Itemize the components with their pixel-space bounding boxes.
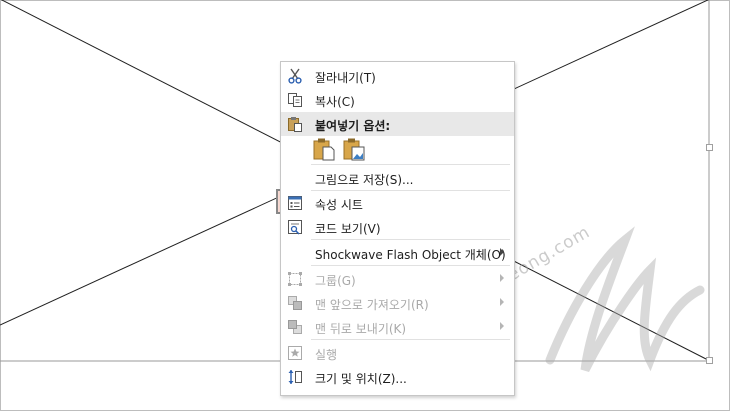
menu-item-label: 속성 시트 <box>315 198 363 212</box>
menu-item-label: 그림으로 저장(S)... <box>315 173 414 187</box>
menu-item-label: 맨 뒤로 보내기(K) <box>315 322 407 336</box>
menu-separator <box>311 339 510 340</box>
menu-item-label: 실행 <box>315 348 338 362</box>
properties-icon <box>288 196 302 210</box>
menu-item-group: 그룹(G) <box>281 267 514 291</box>
scissors-icon <box>288 68 302 84</box>
context-menu: 잘라내기(T) 복사(C) 붙여넣기 옵션: 그림으로 저장(S)... 속성 … <box>280 61 515 396</box>
menu-separator <box>311 239 510 240</box>
action-icon <box>288 346 302 360</box>
submenu-arrow-icon <box>500 274 504 282</box>
send-to-back-icon <box>288 320 302 334</box>
menu-item-label: 코드 보기(V) <box>315 222 381 236</box>
menu-item-property-sheet[interactable]: 속성 시트 <box>281 191 514 215</box>
menu-item-shockwave-object[interactable]: Shockwave Flash Object 개체(O) <box>281 241 514 265</box>
view-code-icon <box>288 220 302 235</box>
menu-section-paste-options: 붙여넣기 옵션: <box>281 112 514 136</box>
size-position-icon <box>288 370 302 384</box>
menu-item-action: 실행 <box>281 341 514 365</box>
bring-to-front-icon <box>288 296 302 310</box>
menu-item-label: 붙여넣기 옵션: <box>315 119 391 133</box>
menu-separator <box>311 265 510 266</box>
submenu-arrow-icon <box>500 322 504 330</box>
menu-item-cut[interactable]: 잘라내기(T) <box>281 64 514 88</box>
submenu-arrow-icon <box>500 248 504 256</box>
menu-item-label: 맨 앞으로 가져오기(R) <box>315 298 429 312</box>
menu-item-label: 크기 및 위치(Z)... <box>315 372 407 386</box>
submenu-arrow-icon <box>500 298 504 306</box>
copy-icon <box>288 93 302 107</box>
menu-item-save-as-picture[interactable]: 그림으로 저장(S)... <box>281 166 514 190</box>
paste-keep-formatting-icon[interactable] <box>313 137 335 161</box>
menu-item-label: 복사(C) <box>315 95 355 109</box>
menu-item-view-code[interactable]: 코드 보기(V) <box>281 215 514 239</box>
menu-item-copy[interactable]: 복사(C) <box>281 88 514 112</box>
resize-handle-right[interactable] <box>706 144 713 151</box>
menu-item-bring-to-front: 맨 앞으로 가져오기(R) <box>281 291 514 315</box>
menu-item-send-to-back: 맨 뒤로 보내기(K) <box>281 315 514 339</box>
menu-item-label: 그룹(G) <box>315 274 356 288</box>
menu-separator <box>311 164 510 165</box>
menu-item-size-position[interactable]: 크기 및 위치(Z)... <box>281 365 514 389</box>
group-icon <box>288 272 302 286</box>
paste-icon <box>288 117 302 132</box>
paste-picture-icon[interactable] <box>343 137 365 161</box>
menu-item-label: Shockwave Flash Object 개체(O) <box>315 248 506 262</box>
menu-item-label: 잘라내기(T) <box>315 71 376 85</box>
